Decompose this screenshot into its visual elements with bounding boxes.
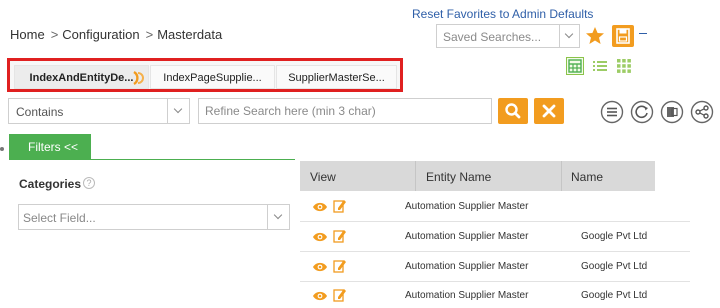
underscore-link[interactable] [639, 33, 647, 34]
column-header-name[interactable]: Name [561, 161, 655, 191]
grid-view-icon[interactable] [566, 57, 584, 75]
table-row: Automation Supplier Master Google Pvt Lt… [300, 223, 690, 252]
name-cell: Google Pvt Ltd [581, 290, 648, 301]
share-circle-icon[interactable] [690, 100, 714, 124]
edit-icon[interactable] [333, 198, 347, 214]
eye-icon[interactable] [312, 261, 328, 273]
reset-favorites-link[interactable]: Reset Favorites to Admin Defaults [412, 7, 593, 21]
match-mode-value: Contains [16, 105, 64, 119]
column-header-entity-name[interactable]: Entity Name [415, 161, 561, 191]
refine-search-input[interactable] [198, 98, 492, 124]
bullet-dot [0, 147, 4, 151]
entity-name-cell: Automation Supplier Master [405, 290, 529, 301]
tab-index-and-entity[interactable]: IndexAndEntityDe... [14, 65, 149, 89]
name-cell: Google Pvt Ltd [581, 231, 648, 242]
star-icon[interactable] [585, 26, 605, 46]
saved-searches-placeholder: Saved Searches... [443, 30, 542, 44]
breadcrumb-separator: > [145, 27, 154, 42]
filters-divider [9, 159, 295, 160]
edit-icon[interactable] [333, 228, 347, 244]
name-cell: Google Pvt Ltd [581, 261, 648, 272]
tab-label: IndexPageSupplie... [163, 72, 262, 84]
table-row: Automation Supplier Master [300, 193, 690, 222]
entity-name-cell: Automation Supplier Master [405, 201, 529, 212]
list-view-icon[interactable] [592, 58, 608, 74]
filters-toggle-button[interactable]: Filters << [9, 134, 91, 160]
table-row: Automation Supplier Master Google Pvt Lt… [300, 253, 690, 282]
close-icon [542, 104, 556, 118]
saved-searches-select[interactable]: Saved Searches... [436, 24, 580, 48]
breadcrumb-configuration[interactable]: Configuration [62, 27, 139, 42]
breadcrumb-separator: > [50, 27, 59, 42]
chevron-down-icon[interactable] [167, 99, 189, 123]
help-icon[interactable]: ? [83, 177, 95, 189]
saved-tabs-strip: IndexAndEntityDe... IndexPageSupplie... … [7, 58, 403, 92]
tab-supplier-master[interactable]: SupplierMasterSe... [276, 65, 397, 89]
edit-icon[interactable] [333, 258, 347, 274]
loading-spinner-icon [130, 70, 144, 86]
entity-name-cell: Automation Supplier Master [405, 231, 529, 242]
categories-label: Categories [19, 177, 82, 191]
tile-view-icon[interactable] [616, 58, 632, 74]
select-field-placeholder: Select Field... [23, 211, 96, 225]
breadcrumb-home[interactable]: Home [10, 27, 45, 42]
chevron-down-icon[interactable] [267, 205, 289, 229]
list-circle-icon[interactable] [600, 100, 624, 124]
select-field-dropdown[interactable]: Select Field... [18, 204, 290, 230]
refresh-circle-icon[interactable] [630, 100, 654, 124]
search-icon [505, 103, 521, 119]
entity-name-cell: Automation Supplier Master [405, 261, 529, 272]
search-button[interactable] [498, 98, 528, 124]
eye-icon[interactable] [312, 290, 328, 302]
save-icon[interactable] [612, 25, 634, 47]
clear-search-button[interactable] [534, 98, 564, 124]
eye-icon[interactable] [312, 201, 328, 213]
tab-label: IndexAndEntityDe... [29, 72, 134, 84]
edit-icon[interactable] [333, 287, 347, 303]
table-header: View Entity Name Name [300, 161, 655, 191]
breadcrumb: Home > Configuration > Masterdata [10, 27, 222, 42]
match-mode-select[interactable]: Contains [8, 98, 190, 124]
tab-index-page-supplier[interactable]: IndexPageSupplie... [150, 65, 275, 89]
table-row: Automation Supplier Master Google Pvt Lt… [300, 282, 690, 308]
tab-label: SupplierMasterSe... [288, 72, 385, 84]
breadcrumb-masterdata: Masterdata [157, 27, 223, 42]
chevron-down-icon[interactable] [559, 25, 579, 47]
eye-icon[interactable] [312, 231, 328, 243]
column-header-view[interactable]: View [300, 161, 415, 191]
export-circle-icon[interactable] [660, 100, 684, 124]
